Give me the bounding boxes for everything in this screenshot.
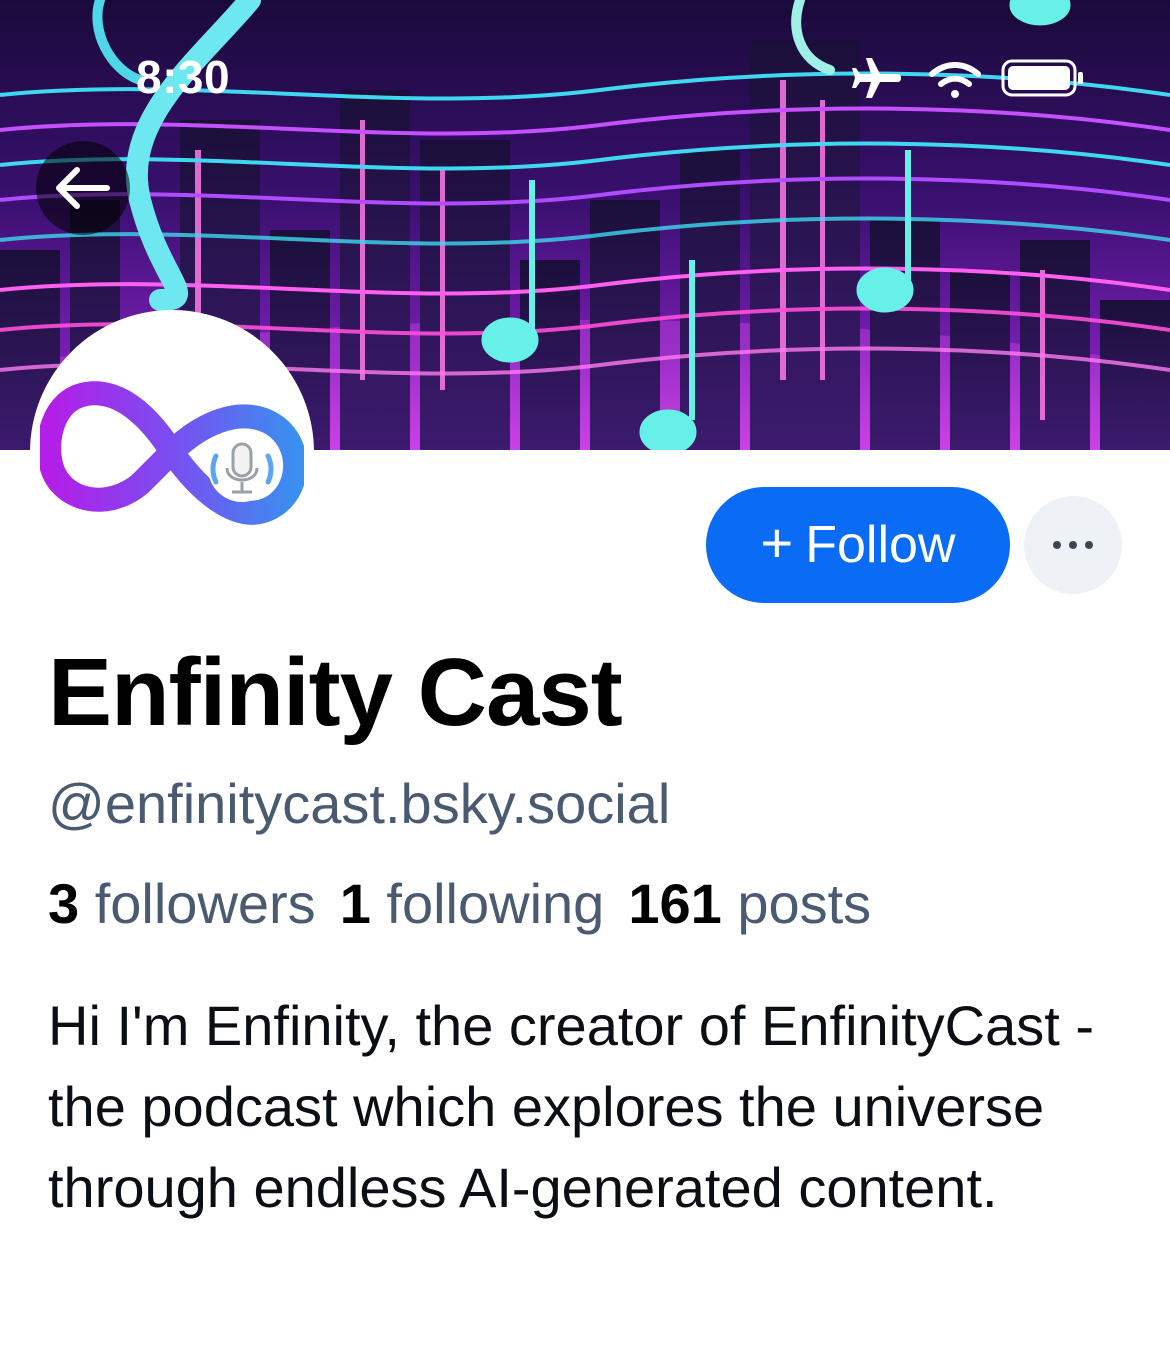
followers-label: followers bbox=[94, 872, 316, 935]
follow-button-label: Follow bbox=[805, 516, 956, 574]
followers-link[interactable]: 3 followers bbox=[48, 872, 316, 935]
wifi-icon bbox=[929, 62, 981, 98]
battery-icon bbox=[1001, 59, 1083, 97]
ellipsis-icon bbox=[1053, 541, 1093, 549]
posts-stat: 161 posts bbox=[628, 872, 871, 935]
avatar[interactable] bbox=[30, 310, 314, 594]
profile-handle: @enfinitycast.bsky.social bbox=[48, 772, 671, 835]
display-name: Enfinity Cast bbox=[48, 639, 623, 746]
back-button[interactable] bbox=[36, 141, 130, 235]
posts-label: posts bbox=[737, 872, 872, 935]
status-bar-time: 8:30 bbox=[136, 51, 231, 103]
arrow-left-icon bbox=[56, 167, 110, 209]
more-options-button[interactable] bbox=[1024, 496, 1122, 594]
profile-stats: 3 followers 1 following 161 posts bbox=[48, 870, 871, 937]
profile-bio: Hi I'm Enfinity, the creator of Enfinity… bbox=[48, 994, 1095, 1219]
following-label: following bbox=[386, 872, 605, 935]
status-bar-icons bbox=[852, 54, 1092, 104]
following-link[interactable]: 1 following bbox=[340, 872, 605, 935]
profile-screen: 8:30 + Follow Enfinity Cast @enfinitycas… bbox=[0, 0, 1170, 1357]
infinity-podcast-logo bbox=[40, 381, 304, 525]
follow-button[interactable]: + Follow bbox=[706, 487, 1010, 603]
followers-count: 3 bbox=[48, 872, 80, 935]
posts-count: 161 bbox=[628, 872, 722, 935]
airplane-mode-icon bbox=[852, 58, 901, 98]
following-count: 1 bbox=[339, 872, 371, 935]
plus-icon: + bbox=[760, 511, 794, 574]
